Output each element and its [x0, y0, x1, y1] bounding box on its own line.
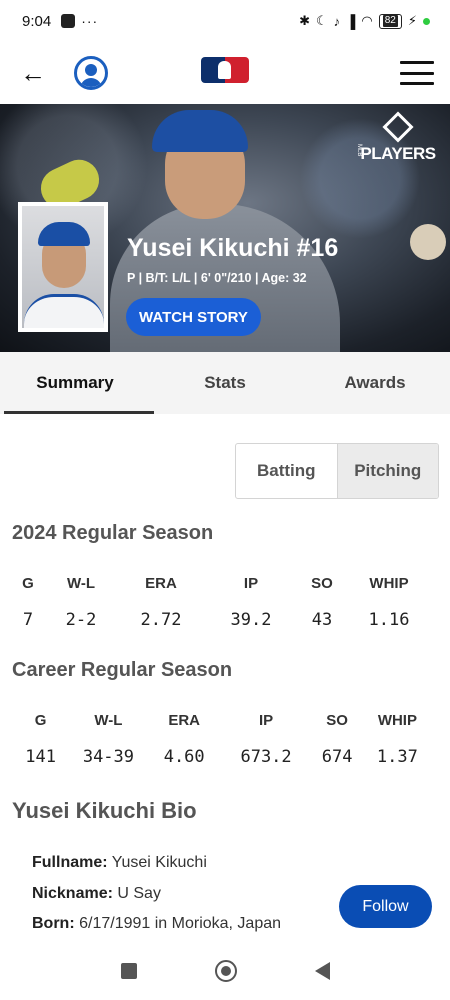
tab-bar: Summary Stats Awards: [0, 352, 450, 414]
follow-button[interactable]: Follow: [339, 885, 432, 928]
stat-value: 43: [311, 610, 333, 630]
column-header: IP: [258, 711, 274, 729]
bio-title: Yusei Kikuchi Bio: [12, 798, 197, 823]
status-time: 9:04: [22, 12, 52, 30]
table-row: 7 2-2 2.72 39.2 43 1.16: [10, 603, 430, 637]
bio-label: Nickname:: [32, 885, 113, 902]
active-dot-icon: [423, 17, 430, 25]
charging-icon: ⚡: [407, 13, 417, 28]
bio-value: Yusei Kikuchi: [111, 854, 207, 871]
tab-awards[interactable]: Awards: [300, 352, 450, 414]
stat-type-toggle: Batting Pitching: [235, 443, 439, 499]
stat-value: 34-39: [82, 747, 135, 767]
column-header: SO: [326, 711, 348, 729]
pitching-button[interactable]: Pitching: [336, 444, 438, 498]
mute-icon: ♪: [333, 13, 341, 29]
column-header: W-L: [66, 574, 95, 592]
bio-nickname: Nickname: U Say: [32, 885, 161, 903]
player-name: Yusei Kikuchi #16: [127, 234, 339, 262]
table-header-row: G W-L ERA IP SO WHIP: [10, 563, 430, 603]
tab-summary[interactable]: Summary: [0, 352, 154, 414]
tab-stats[interactable]: Stats: [150, 352, 300, 414]
stat-value: 141: [25, 747, 56, 767]
bluetooth-icon: ✱: [299, 13, 311, 28]
column-header: ERA: [168, 711, 201, 729]
bio-label: Fullname:: [32, 854, 108, 871]
column-header: W-L: [94, 711, 123, 729]
watch-story-button[interactable]: WATCH STORY: [126, 298, 261, 336]
recents-icon[interactable]: [120, 963, 137, 979]
career-title: Career Regular Season: [12, 659, 233, 681]
column-header: G: [34, 711, 47, 729]
stat-value: 7: [22, 610, 34, 630]
status-bar: 9:04 ··· ✱ ☾ ♪ ▐ ◠ 82 ⚡: [0, 0, 450, 42]
stat-value: 39.2: [230, 610, 272, 630]
column-header: SO: [311, 574, 333, 592]
bio-label: Born:: [32, 915, 75, 932]
season-stats-table: G W-L ERA IP SO WHIP 7 2-2 2.72 39.2 43 …: [10, 563, 430, 637]
back-arrow-icon[interactable]: ←: [16, 56, 50, 90]
bio-born: Born: 6/17/1991 in Morioka, Japan: [32, 915, 281, 933]
column-header: WHIP: [369, 574, 409, 592]
player-meta: P | B/T: L/L | 6' 0"/210 | Age: 32: [127, 271, 307, 285]
stat-value: 673.2: [240, 747, 292, 767]
bio-value: 6/17/1991 in Morioka, Japan: [79, 915, 282, 932]
player-headshot: [18, 202, 108, 332]
battery-icon: 82: [378, 13, 402, 29]
status-icons: ✱ ☾ ♪ ▐ ◠ 82 ⚡: [299, 13, 430, 29]
stat-value: 2.72: [140, 610, 182, 630]
batting-button[interactable]: Batting: [236, 444, 337, 498]
column-header: ERA: [145, 574, 177, 592]
mlb-logo[interactable]: [201, 57, 249, 83]
wifi-icon: ◠: [361, 13, 373, 28]
stat-value: 4.60: [163, 747, 205, 767]
season-title: 2024 Regular Season: [12, 522, 214, 544]
column-header: G: [22, 574, 34, 592]
moon-icon: ☾: [316, 13, 328, 28]
stat-value: 2-2: [65, 610, 97, 630]
back-icon[interactable]: [314, 962, 330, 980]
stat-value: 674: [321, 747, 353, 767]
column-header: IP: [243, 574, 259, 592]
system-nav-bar: [0, 942, 450, 1000]
bio-fullname: Fullname: Yusei Kikuchi: [32, 854, 207, 872]
notification-icon: [61, 14, 76, 28]
bio-value: U Say: [117, 885, 161, 902]
app-header: ←: [0, 42, 450, 104]
career-stats-table: G W-L ERA IP SO WHIP 141 34-39 4.60 673.…: [12, 700, 432, 774]
table-header-row: G W-L ERA IP SO WHIP: [12, 700, 432, 740]
mlb-players-logo: PLAYERS MLB: [356, 111, 440, 166]
hamburger-menu-icon[interactable]: [400, 61, 434, 85]
signal-icon: ▐: [346, 13, 356, 29]
stat-value: 1.37: [376, 747, 418, 767]
stat-value: 1.16: [368, 610, 410, 630]
column-header: WHIP: [377, 711, 417, 729]
table-row: 141 34-39 4.60 673.2 674 1.37: [12, 740, 432, 774]
account-icon[interactable]: [74, 56, 108, 90]
battery-level: 82: [382, 15, 398, 27]
home-icon[interactable]: [214, 960, 237, 982]
more-notifications-icon: ···: [81, 13, 99, 29]
